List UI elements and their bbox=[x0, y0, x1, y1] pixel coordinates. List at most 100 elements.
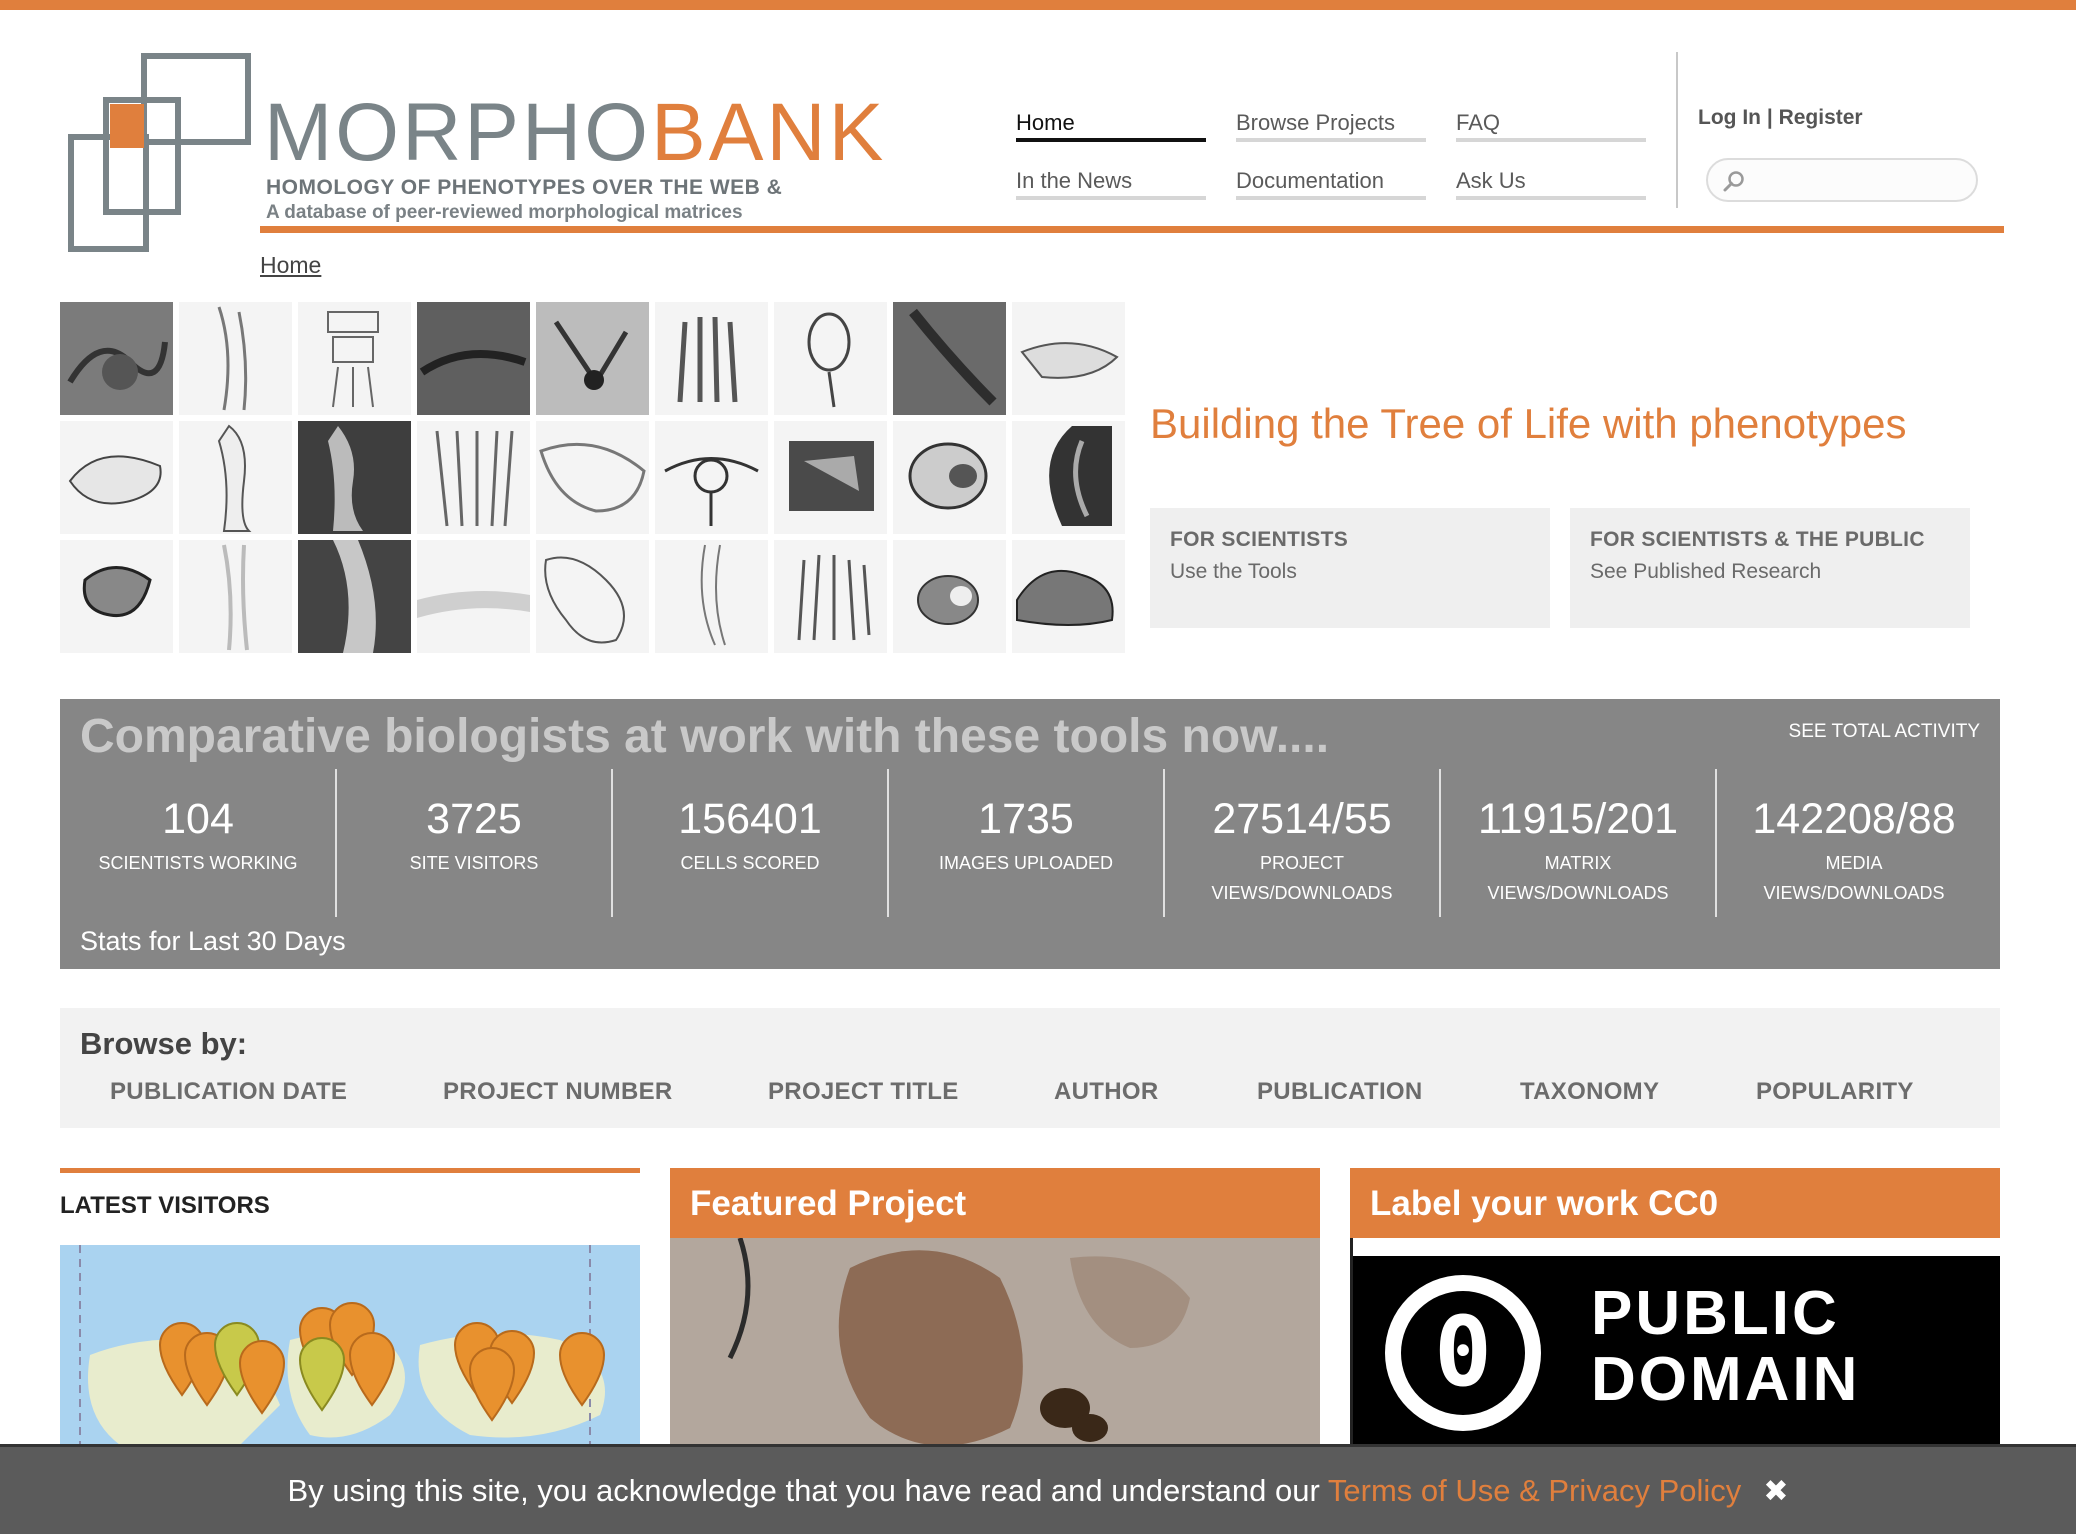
terms-privacy-link[interactable]: Terms of Use & Privacy Policy bbox=[1328, 1473, 1741, 1508]
search-icon[interactable] bbox=[1722, 169, 1746, 193]
register-link[interactable]: Register bbox=[1779, 106, 1863, 129]
stat-matrix-views: 11915/201 MATRIX VIEWS/DOWNLOADS bbox=[1440, 769, 1716, 917]
specimen-thumbnail bbox=[298, 540, 411, 653]
top-accent-bar bbox=[0, 0, 2076, 10]
stat-value: 11915/201 bbox=[1477, 795, 1679, 843]
browse-author[interactable]: AUTHOR bbox=[1054, 1078, 1158, 1106]
nav-faq[interactable]: FAQ bbox=[1456, 106, 1646, 142]
activity-stats-panel: Comparative biologists at work with thes… bbox=[60, 699, 2000, 969]
search-input[interactable] bbox=[1752, 168, 1966, 194]
brand-name-part1: MORPHO bbox=[264, 87, 651, 178]
cta-for-scientists-subtitle: Use the Tools bbox=[1170, 560, 1297, 583]
specimen-thumbnail bbox=[536, 421, 649, 534]
nav-home-label: Home bbox=[1016, 110, 1075, 135]
specimen-thumbnail bbox=[417, 302, 530, 415]
stat-value: 3725 bbox=[426, 795, 522, 843]
browse-by-title: Browse by: bbox=[80, 1026, 248, 1061]
browse-project-number[interactable]: PROJECT NUMBER bbox=[443, 1078, 673, 1106]
breadcrumb[interactable]: Home bbox=[260, 252, 321, 279]
login-link[interactable]: Log In bbox=[1698, 106, 1761, 129]
stat-label: SCIENTISTS WORKING bbox=[98, 853, 298, 873]
featured-project-image[interactable] bbox=[670, 1238, 1320, 1448]
specimen-thumbnail bbox=[179, 540, 292, 653]
specimen-thumbnail bbox=[655, 540, 768, 653]
nav-ask-us[interactable]: Ask Us bbox=[1456, 164, 1646, 200]
brand-name-part2: BANK bbox=[651, 87, 887, 178]
browse-publication[interactable]: PUBLICATION bbox=[1257, 1078, 1423, 1106]
latest-visitors-title: LATEST VISITORS bbox=[60, 1192, 270, 1219]
brand-name: MORPHOBANK bbox=[264, 92, 886, 174]
cookie-message-text: By using this site, you acknowledge that… bbox=[287, 1473, 1328, 1508]
specimen-thumbnail bbox=[893, 540, 1006, 653]
public-domain-badge[interactable]: 0 PUBLIC DOMAIN bbox=[1350, 1238, 2000, 1448]
logo-mark-icon bbox=[68, 53, 251, 252]
stat-label-secondary: VIEWS/DOWNLOADS bbox=[1763, 883, 1945, 903]
browse-publication-date[interactable]: PUBLICATION DATE bbox=[110, 1078, 347, 1106]
account-separator: | bbox=[1766, 106, 1773, 129]
nav-browse-projects-label: Browse Projects bbox=[1236, 110, 1395, 135]
account-links: Log In | Register bbox=[1698, 106, 1863, 130]
nav-browse-projects[interactable]: Browse Projects bbox=[1236, 106, 1426, 142]
stat-site-visitors: 3725 SITE VISITORS bbox=[336, 769, 612, 917]
nav-in-the-news[interactable]: In the News bbox=[1016, 164, 1206, 200]
stat-label-secondary: VIEWS/DOWNLOADS bbox=[1487, 883, 1669, 903]
header-rule bbox=[260, 226, 2004, 233]
stats-period-label: Stats for Last 30 Days bbox=[80, 926, 346, 956]
cc0-badge-line1: PUBLIC bbox=[1591, 1279, 1840, 1348]
nav-documentation[interactable]: Documentation bbox=[1236, 164, 1426, 200]
cc0-header[interactable]: Label your work CC0 bbox=[1350, 1168, 2000, 1238]
specimen-thumbnail bbox=[536, 540, 649, 653]
stat-value: 142208/88 bbox=[1752, 795, 1956, 843]
specimen-thumbnail bbox=[298, 421, 411, 534]
stat-value: 104 bbox=[162, 795, 234, 843]
morphobank-logo[interactable] bbox=[66, 52, 256, 257]
stats-heading: Comparative biologists at work with thes… bbox=[80, 710, 1330, 763]
stat-value: 156401 bbox=[678, 795, 822, 843]
hero-title: Building the Tree of Life with phenotype… bbox=[1150, 400, 1907, 447]
specimen-thumbnail bbox=[179, 302, 292, 415]
latest-visitors-rule bbox=[60, 1168, 640, 1173]
see-total-activity-link[interactable]: SEE TOTAL ACTIVITY bbox=[1789, 721, 1980, 743]
header-divider bbox=[1676, 52, 1678, 208]
stat-scientists-working: 104 SCIENTISTS WORKING bbox=[60, 769, 336, 917]
close-icon[interactable]: ✖ bbox=[1763, 1475, 1788, 1508]
cta-for-scientists-title: FOR SCIENTISTS bbox=[1170, 528, 1349, 551]
cookie-message: By using this site, you acknowledge that… bbox=[0, 1473, 2076, 1509]
cc0-badge-line2: DOMAIN bbox=[1591, 1345, 1861, 1414]
brand-tagline: HOMOLOGY OF PHENOTYPES OVER THE WEB & bbox=[266, 176, 783, 199]
browse-taxonomy[interactable]: TAXONOMY bbox=[1520, 1078, 1659, 1106]
specimen-thumbnail bbox=[417, 421, 530, 534]
specimen-thumbnail bbox=[60, 421, 173, 534]
specimen-thumbnail bbox=[1012, 302, 1125, 415]
stat-label: PROJECT bbox=[1259, 853, 1344, 873]
brand-subtagline: A database of peer-reviewed morphologica… bbox=[266, 202, 743, 223]
nav-in-the-news-label: In the News bbox=[1016, 168, 1133, 193]
specimen-thumbnail bbox=[1012, 540, 1125, 653]
specimen-thumbnail bbox=[60, 540, 173, 653]
specimen-thumbnail bbox=[655, 421, 768, 534]
browse-project-title[interactable]: PROJECT TITLE bbox=[768, 1078, 959, 1106]
cc0-symbol: 0 bbox=[1434, 1296, 1492, 1408]
cta-for-scientists[interactable]: FOR SCIENTISTS Use the Tools bbox=[1150, 508, 1550, 628]
visitor-map[interactable] bbox=[60, 1245, 640, 1445]
browse-popularity[interactable]: POPULARITY bbox=[1756, 1078, 1914, 1106]
featured-project-header[interactable]: Featured Project bbox=[670, 1168, 1320, 1238]
cta-for-public-subtitle: See Published Research bbox=[1590, 560, 1822, 583]
stat-label: MEDIA bbox=[1825, 853, 1883, 873]
browse-by-panel: Browse by: PUBLICATION DATE PROJECT NUMB… bbox=[60, 1008, 2000, 1128]
specimen-thumbnail bbox=[298, 302, 411, 415]
cta-for-public[interactable]: FOR SCIENTISTS & THE PUBLIC See Publishe… bbox=[1570, 508, 1970, 628]
stat-label-secondary: VIEWS/DOWNLOADS bbox=[1211, 883, 1393, 903]
cookie-banner: By using this site, you acknowledge that… bbox=[0, 1444, 2076, 1534]
stat-cells-scored: 156401 CELLS SCORED bbox=[612, 769, 888, 917]
stat-value: 1735 bbox=[978, 795, 1074, 843]
specimen-thumbnail bbox=[655, 302, 768, 415]
stat-project-views: 27514/55 PROJECT VIEWS/DOWNLOADS bbox=[1164, 769, 1440, 917]
nav-faq-label: FAQ bbox=[1456, 110, 1501, 135]
nav-home[interactable]: Home bbox=[1016, 106, 1206, 142]
nav-ask-us-label: Ask Us bbox=[1456, 168, 1526, 193]
stat-label: CELLS SCORED bbox=[680, 853, 820, 873]
specimen-thumbnail bbox=[179, 421, 292, 534]
search-box[interactable] bbox=[1706, 158, 1978, 202]
specimen-thumbnail bbox=[774, 302, 887, 415]
